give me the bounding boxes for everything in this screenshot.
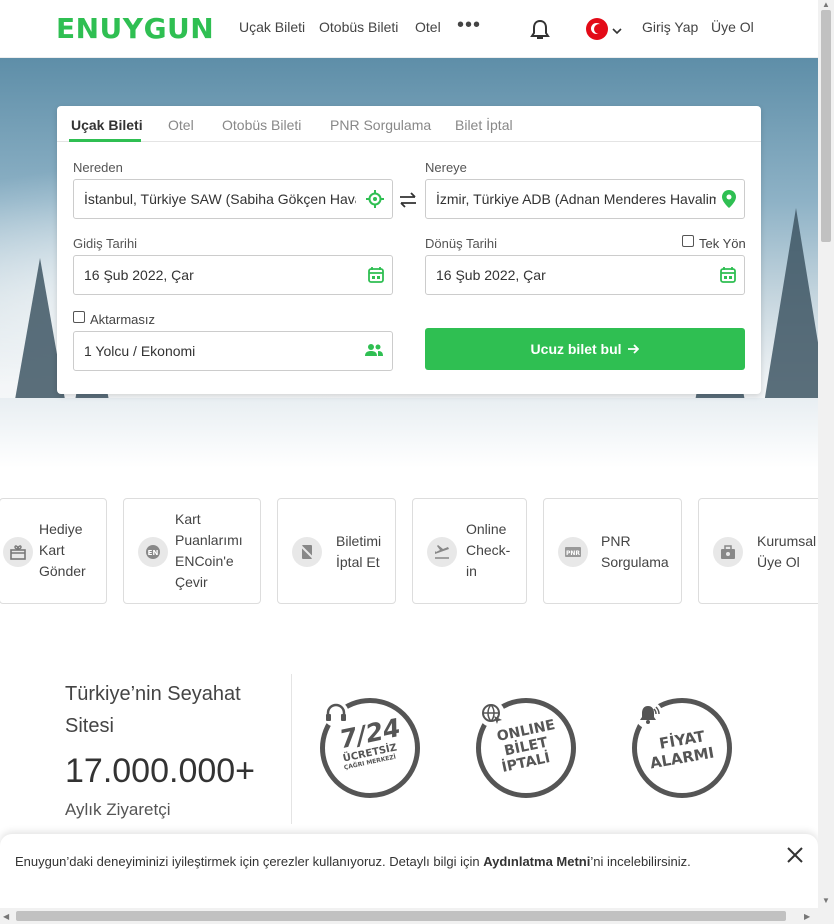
to-field[interactable] — [425, 179, 745, 219]
depart-date-label: Gidiş Tarihi — [73, 236, 138, 251]
stats-divider — [291, 674, 292, 824]
quick-link-text: Kart — [39, 542, 65, 558]
tree-decoration — [760, 208, 818, 428]
map-pin-icon — [722, 190, 736, 213]
from-field[interactable] — [73, 179, 393, 219]
search-tabs: Uçak Bileti Otel Otobüs Bileti PNR Sorgu… — [57, 106, 761, 142]
tab-flight[interactable]: Uçak Bileti — [71, 117, 143, 133]
signup-link[interactable]: Üye Ol — [711, 19, 754, 35]
horizontal-scrollbar-thumb[interactable] — [16, 911, 786, 921]
close-icon[interactable] — [786, 846, 804, 869]
cookie-consent-bar: Enuygun’daki deneyiminizi iyileştirmek i… — [0, 834, 818, 908]
cookie-text: Enuygun’daki deneyiminizi iyileştirmek i… — [15, 854, 484, 869]
quick-link-text: Online — [466, 521, 507, 537]
plane-checkin-icon — [427, 537, 457, 567]
quick-link-encoin[interactable]: EN Kart Puanlarımı ENCoin'e Çevir — [123, 498, 261, 604]
site-logo[interactable]: ENUYGUN — [56, 12, 214, 45]
one-way-label[interactable]: Tek Yön — [699, 236, 746, 251]
corporate-icon — [713, 537, 743, 567]
quick-link-text: Kurumsal — [757, 533, 817, 549]
active-tab-indicator — [69, 139, 141, 142]
scroll-up-icon[interactable]: ▲ — [822, 0, 830, 9]
locate-icon[interactable] — [366, 190, 384, 213]
calendar-icon — [720, 266, 736, 288]
encoin-icon: EN — [138, 537, 168, 567]
from-label: Nereden — [73, 160, 123, 175]
quick-link-online-checkin[interactable]: Online Check- in — [412, 498, 527, 604]
quick-link-text: PNR — [601, 533, 631, 549]
tab-bus[interactable]: Otobüs Bileti — [222, 117, 301, 133]
quick-link-text: Gönder — [39, 563, 86, 579]
quick-link-text: Puanlarımı — [175, 532, 243, 548]
scroll-right-icon[interactable]: ▶ — [804, 912, 810, 921]
calendar-icon — [368, 266, 384, 288]
badge-price-alarm: FİYAT ALARMI — [632, 698, 732, 798]
globe-cursor-icon — [479, 701, 505, 727]
alarm-bell-icon — [635, 701, 663, 729]
quick-link-text: in — [466, 563, 477, 579]
find-cheap-tickets-label: Ucuz bilet bul — [530, 341, 622, 357]
snow-ground — [0, 398, 818, 468]
login-link[interactable]: Giriş Yap — [642, 19, 698, 35]
quick-link-corporate[interactable]: Kurumsal Üye Ol — [698, 498, 828, 604]
quick-link-text: İptal Et — [336, 554, 380, 570]
tab-pnr[interactable]: PNR Sorgulama — [330, 117, 431, 133]
passengers-input[interactable] — [84, 332, 354, 370]
quick-link-text: Biletimi — [336, 533, 382, 549]
badge-online-ticket-cancel: ONLINE BİLET İPTALİ — [476, 698, 576, 798]
flight-search-card: Uçak Bileti Otel Otobüs Bileti PNR Sorgu… — [57, 106, 761, 394]
nav-flight-tickets[interactable]: Uçak Bileti — [239, 19, 305, 35]
quick-link-text: Çevir — [175, 574, 208, 590]
scroll-down-icon[interactable]: ▼ — [822, 896, 830, 905]
to-input[interactable] — [436, 180, 716, 218]
direct-flights-checkbox[interactable] — [73, 311, 85, 323]
cookie-text: ’ni incelebilirsiniz. — [590, 854, 691, 869]
quick-link-text: Hediye — [39, 521, 83, 537]
to-label: Nereye — [425, 160, 467, 175]
from-input[interactable] — [84, 180, 356, 218]
quick-link-text: ENCoin'e — [175, 553, 234, 569]
visitor-count: 17.000.000+ — [65, 752, 256, 790]
badge-24-7-call-center: 7/24 ÜCRETSİZ ÇAĞRI MERKEZİ — [320, 698, 420, 798]
vertical-scrollbar-thumb[interactable] — [821, 10, 831, 242]
site-header: ENUYGUN Uçak Bileti Otobüs Bileti Otel •… — [0, 0, 818, 58]
more-menu-icon[interactable]: ••• — [457, 14, 481, 37]
swap-direction-icon[interactable] — [397, 192, 419, 213]
one-way-checkbox[interactable] — [682, 235, 694, 247]
turkish-flag-icon[interactable] — [586, 18, 608, 40]
quick-link-pnr[interactable]: PNR PNR Sorgulama — [543, 498, 682, 604]
pnr-icon: PNR — [558, 537, 588, 567]
cancel-ticket-icon — [292, 537, 322, 567]
gift-card-icon — [3, 537, 33, 567]
privacy-notice-link[interactable]: Aydınlatma Metni — [483, 854, 590, 869]
tab-cancel-ticket[interactable]: Bilet İptal — [455, 117, 513, 133]
svg-text:EN: EN — [148, 549, 159, 557]
svg-text:PNR: PNR — [566, 550, 580, 557]
tab-hotel[interactable]: Otel — [168, 117, 194, 133]
passengers-icon — [364, 342, 384, 363]
return-date-field[interactable] — [425, 255, 745, 295]
quick-link-text: Check- — [466, 542, 511, 558]
find-cheap-tickets-button[interactable]: Ucuz bilet bul — [425, 328, 745, 370]
nav-bus-tickets[interactable]: Otobüs Bileti — [319, 19, 398, 35]
quick-link-text: Üye Ol — [757, 554, 800, 570]
depart-date-input[interactable] — [84, 256, 354, 294]
cookie-message: Enuygun’daki deneyiminizi iyileştirmek i… — [15, 851, 715, 873]
quick-link-text: Kart — [175, 511, 201, 527]
depart-date-field[interactable] — [73, 255, 393, 295]
quick-link-gift-card[interactable]: Hediye Kart Gönder — [0, 498, 107, 604]
quick-link-cancel-ticket[interactable]: Biletimi İptal Et — [277, 498, 396, 604]
nav-hotel[interactable]: Otel — [415, 19, 441, 35]
visitor-count-label: Aylık Ziyaretçi — [65, 800, 171, 819]
quick-link-text: Sorgulama — [601, 554, 669, 570]
return-date-label: Dönüş Tarihi — [425, 236, 498, 251]
stats-title: Türkiye’nin Seyahat Sitesi — [65, 683, 241, 737]
return-date-input[interactable] — [436, 256, 706, 294]
direct-flights-label[interactable]: Aktarmasız — [90, 312, 155, 327]
notification-bell-icon[interactable] — [530, 19, 550, 46]
chevron-down-icon[interactable] — [612, 22, 622, 40]
arrow-right-icon — [627, 329, 640, 371]
scroll-left-icon[interactable]: ◀ — [3, 912, 9, 921]
passengers-field[interactable] — [73, 331, 393, 371]
